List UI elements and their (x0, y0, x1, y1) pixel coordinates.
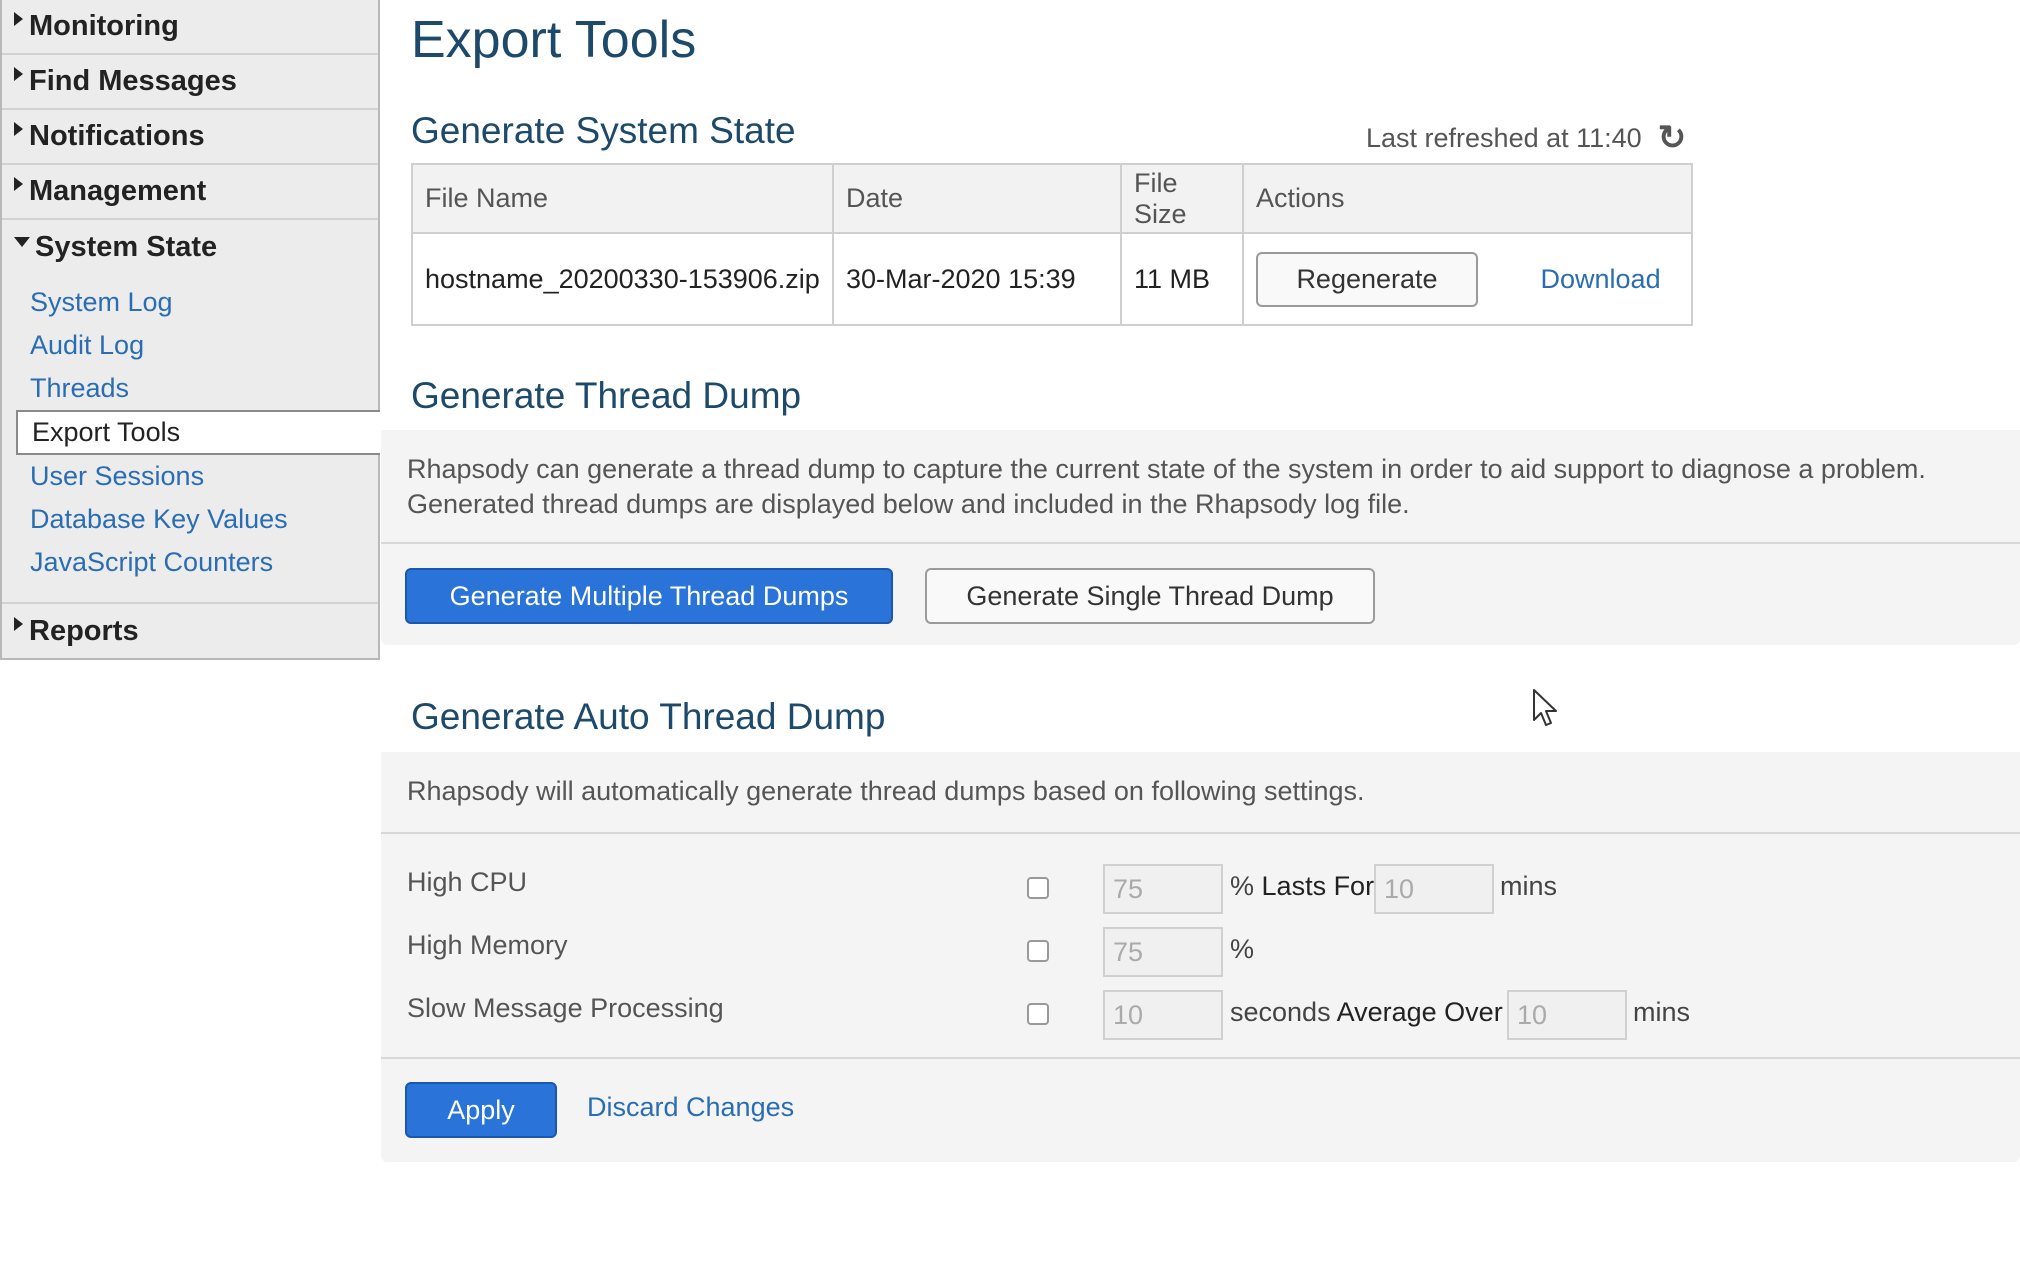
file-size-cell: 11 MB (1120, 232, 1244, 326)
column-file-size: File Size (1120, 163, 1244, 234)
high-cpu-percent: % (1230, 871, 1255, 901)
thread-dump-desc-line2: Generated thread dumps are displayed bel… (407, 489, 1410, 519)
high-cpu-mins-label: mins (1500, 871, 1558, 901)
lasts-for-label: Lasts For (1261, 871, 1375, 901)
sidebar-item-javascript-counters[interactable]: JavaScript Counters (2, 541, 378, 584)
nav-notifications[interactable]: Notifications (2, 110, 378, 165)
slow-processing-checkbox[interactable] (1027, 1003, 1049, 1025)
sidebar: Monitoring Find Messages Notifications M… (0, 0, 380, 660)
generate-multiple-thread-dumps-button[interactable]: Generate Multiple Thread Dumps (405, 568, 893, 624)
refresh-icon[interactable]: ↻ (1658, 118, 1687, 158)
thread-dump-description: Rhapsody can generate a thread dump to c… (381, 430, 2020, 522)
divider (381, 1057, 2020, 1059)
nav-monitoring-label: Monitoring (29, 10, 179, 42)
nav-management-label: Management (29, 175, 207, 207)
system-state-submenu: System Log Audit Log Threads Export Tool… (2, 275, 380, 604)
date-cell: 30-Mar-2020 15:39 (832, 232, 1122, 326)
column-actions: Actions (1242, 163, 1693, 234)
last-refreshed: Last refreshed at 11:40 ↻ (1366, 118, 1686, 158)
slow-processing-threshold-input[interactable]: 10 (1103, 990, 1223, 1040)
nav-monitoring[interactable]: Monitoring (2, 0, 378, 55)
apply-button[interactable]: Apply (405, 1082, 557, 1138)
nav-find-messages-label: Find Messages (29, 65, 237, 97)
sidebar-item-threads[interactable]: Threads (2, 367, 378, 410)
sidebar-item-user-sessions[interactable]: User Sessions (2, 455, 378, 498)
divider (381, 542, 2020, 544)
auto-dump-description: Rhapsody will automatically generate thr… (407, 776, 1365, 806)
regenerate-button[interactable]: Regenerate (1256, 251, 1478, 307)
sidebar-item-system-log[interactable]: System Log (2, 281, 378, 324)
high-cpu-label: High CPU (407, 867, 528, 897)
system-state-heading: Generate System State (411, 110, 796, 151)
caret-down-icon (14, 236, 30, 247)
column-file-name: File Name (411, 163, 834, 234)
column-date: Date (832, 163, 1122, 234)
seconds-label: seconds (1230, 997, 1331, 1027)
caret-right-icon (14, 121, 23, 136)
discard-changes-link[interactable]: Discard Changes (587, 1092, 794, 1123)
high-cpu-duration-input[interactable]: 10 (1374, 864, 1494, 914)
system-state-table: File Name Date File Size Actions hostnam… (411, 163, 1693, 326)
high-memory-label: High Memory (407, 930, 568, 960)
caret-right-icon (14, 176, 23, 191)
auto-thread-dump-heading: Generate Auto Thread Dump (411, 696, 886, 737)
thread-dump-heading: Generate Thread Dump (411, 375, 802, 416)
sidebar-item-audit-log[interactable]: Audit Log (2, 324, 378, 367)
average-over-label: Average Over (1336, 997, 1503, 1027)
slow-processing-mins-label: mins (1633, 997, 1691, 1027)
main-content: Export Tools Generate System State Last … (381, 0, 2020, 1280)
high-memory-percent: % (1230, 934, 1255, 964)
sidebar-item-export-tools[interactable]: Export Tools (16, 410, 380, 455)
slow-processing-duration-input[interactable]: 10 (1507, 990, 1627, 1040)
high-cpu-threshold-input[interactable]: 75 (1103, 864, 1223, 914)
nav-find-messages[interactable]: Find Messages (2, 55, 378, 110)
caret-right-icon (14, 11, 23, 26)
nav-reports[interactable]: Reports (2, 604, 378, 659)
high-cpu-unit-label: % Lasts For (1230, 871, 1374, 902)
last-refreshed-text: Last refreshed at 11:40 (1366, 122, 1642, 153)
thread-dump-desc-line1: Rhapsody can generate a thread dump to c… (407, 454, 1926, 484)
nav-reports-label: Reports (29, 615, 139, 647)
page-title: Export Tools (411, 11, 697, 69)
divider (381, 832, 2020, 834)
generate-single-thread-dump-button[interactable]: Generate Single Thread Dump (925, 568, 1375, 624)
caret-right-icon (14, 66, 23, 81)
slow-processing-label: Slow Message Processing (407, 993, 724, 1023)
nav-management[interactable]: Management (2, 165, 378, 220)
caret-right-icon (14, 616, 23, 631)
nav-notifications-label: Notifications (29, 120, 205, 152)
high-memory-checkbox[interactable] (1027, 940, 1049, 962)
actions-cell: Regenerate Download (1242, 232, 1693, 326)
table-header-row: File Name Date File Size Actions (411, 163, 1693, 234)
file-name-cell: hostname_20200330-153906.zip (411, 232, 834, 326)
nav-system-state-label: System State (35, 231, 218, 263)
auto-thread-dump-panel: Rhapsody will automatically generate thr… (381, 752, 2020, 1162)
download-link[interactable]: Download (1541, 264, 1661, 294)
sidebar-item-database-key-values[interactable]: Database Key Values (2, 498, 378, 541)
mouse-pointer-icon (1533, 689, 1557, 726)
nav-system-state[interactable]: System State (2, 220, 378, 275)
high-cpu-checkbox[interactable] (1027, 877, 1049, 899)
thread-dump-panel: Rhapsody can generate a thread dump to c… (381, 430, 2020, 645)
high-memory-threshold-input[interactable]: 75 (1103, 927, 1223, 977)
slow-processing-unit-label: seconds Average Over (1230, 997, 1503, 1028)
table-row: hostname_20200330-153906.zip 30-Mar-2020… (411, 232, 1693, 326)
